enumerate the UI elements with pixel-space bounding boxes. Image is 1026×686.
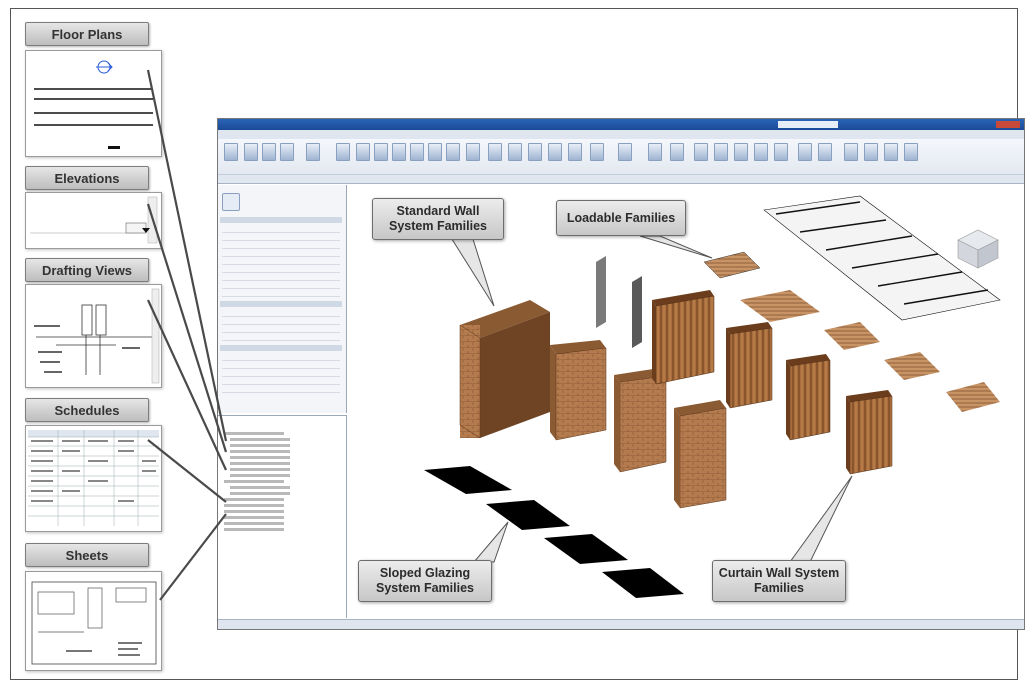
loadable-family-panel[interactable] — [946, 382, 1000, 412]
curtain-wall-family[interactable] — [652, 290, 715, 385]
loadable-family-panel[interactable] — [703, 251, 761, 279]
standard-wall-family[interactable] — [674, 400, 727, 509]
standard-wall-family[interactable] — [550, 340, 607, 441]
sloped-glazing-family[interactable] — [544, 534, 628, 564]
curtain-wall-callout: Curtain Wall System Families — [712, 560, 846, 602]
model-overlay — [146, 69, 1001, 601]
standard-wall-family[interactable] — [459, 300, 550, 439]
curtain-wall-family[interactable] — [786, 354, 831, 441]
loadable-family-panel[interactable] — [740, 290, 820, 322]
sloped-glazing-family[interactable] — [486, 500, 570, 530]
sloped-glazing-family[interactable] — [424, 466, 512, 494]
standard-wall-callout: Standard Wall System Families — [372, 198, 504, 240]
view-connector-lines — [146, 69, 228, 601]
view-cube-icon[interactable] — [957, 229, 999, 269]
loadable-family-panel[interactable] — [596, 256, 642, 348]
curtain-wall-family[interactable] — [726, 322, 773, 409]
loadable-family-panel[interactable] — [824, 322, 880, 350]
loadable-family-panel[interactable] — [884, 352, 940, 380]
sloped-glazing-family[interactable] — [602, 568, 684, 598]
curtain-wall-family[interactable] — [846, 390, 893, 475]
loadable-families-callout: Loadable Families — [556, 200, 686, 236]
sloped-glazing-callout: Sloped Glazing System Families — [358, 560, 492, 602]
